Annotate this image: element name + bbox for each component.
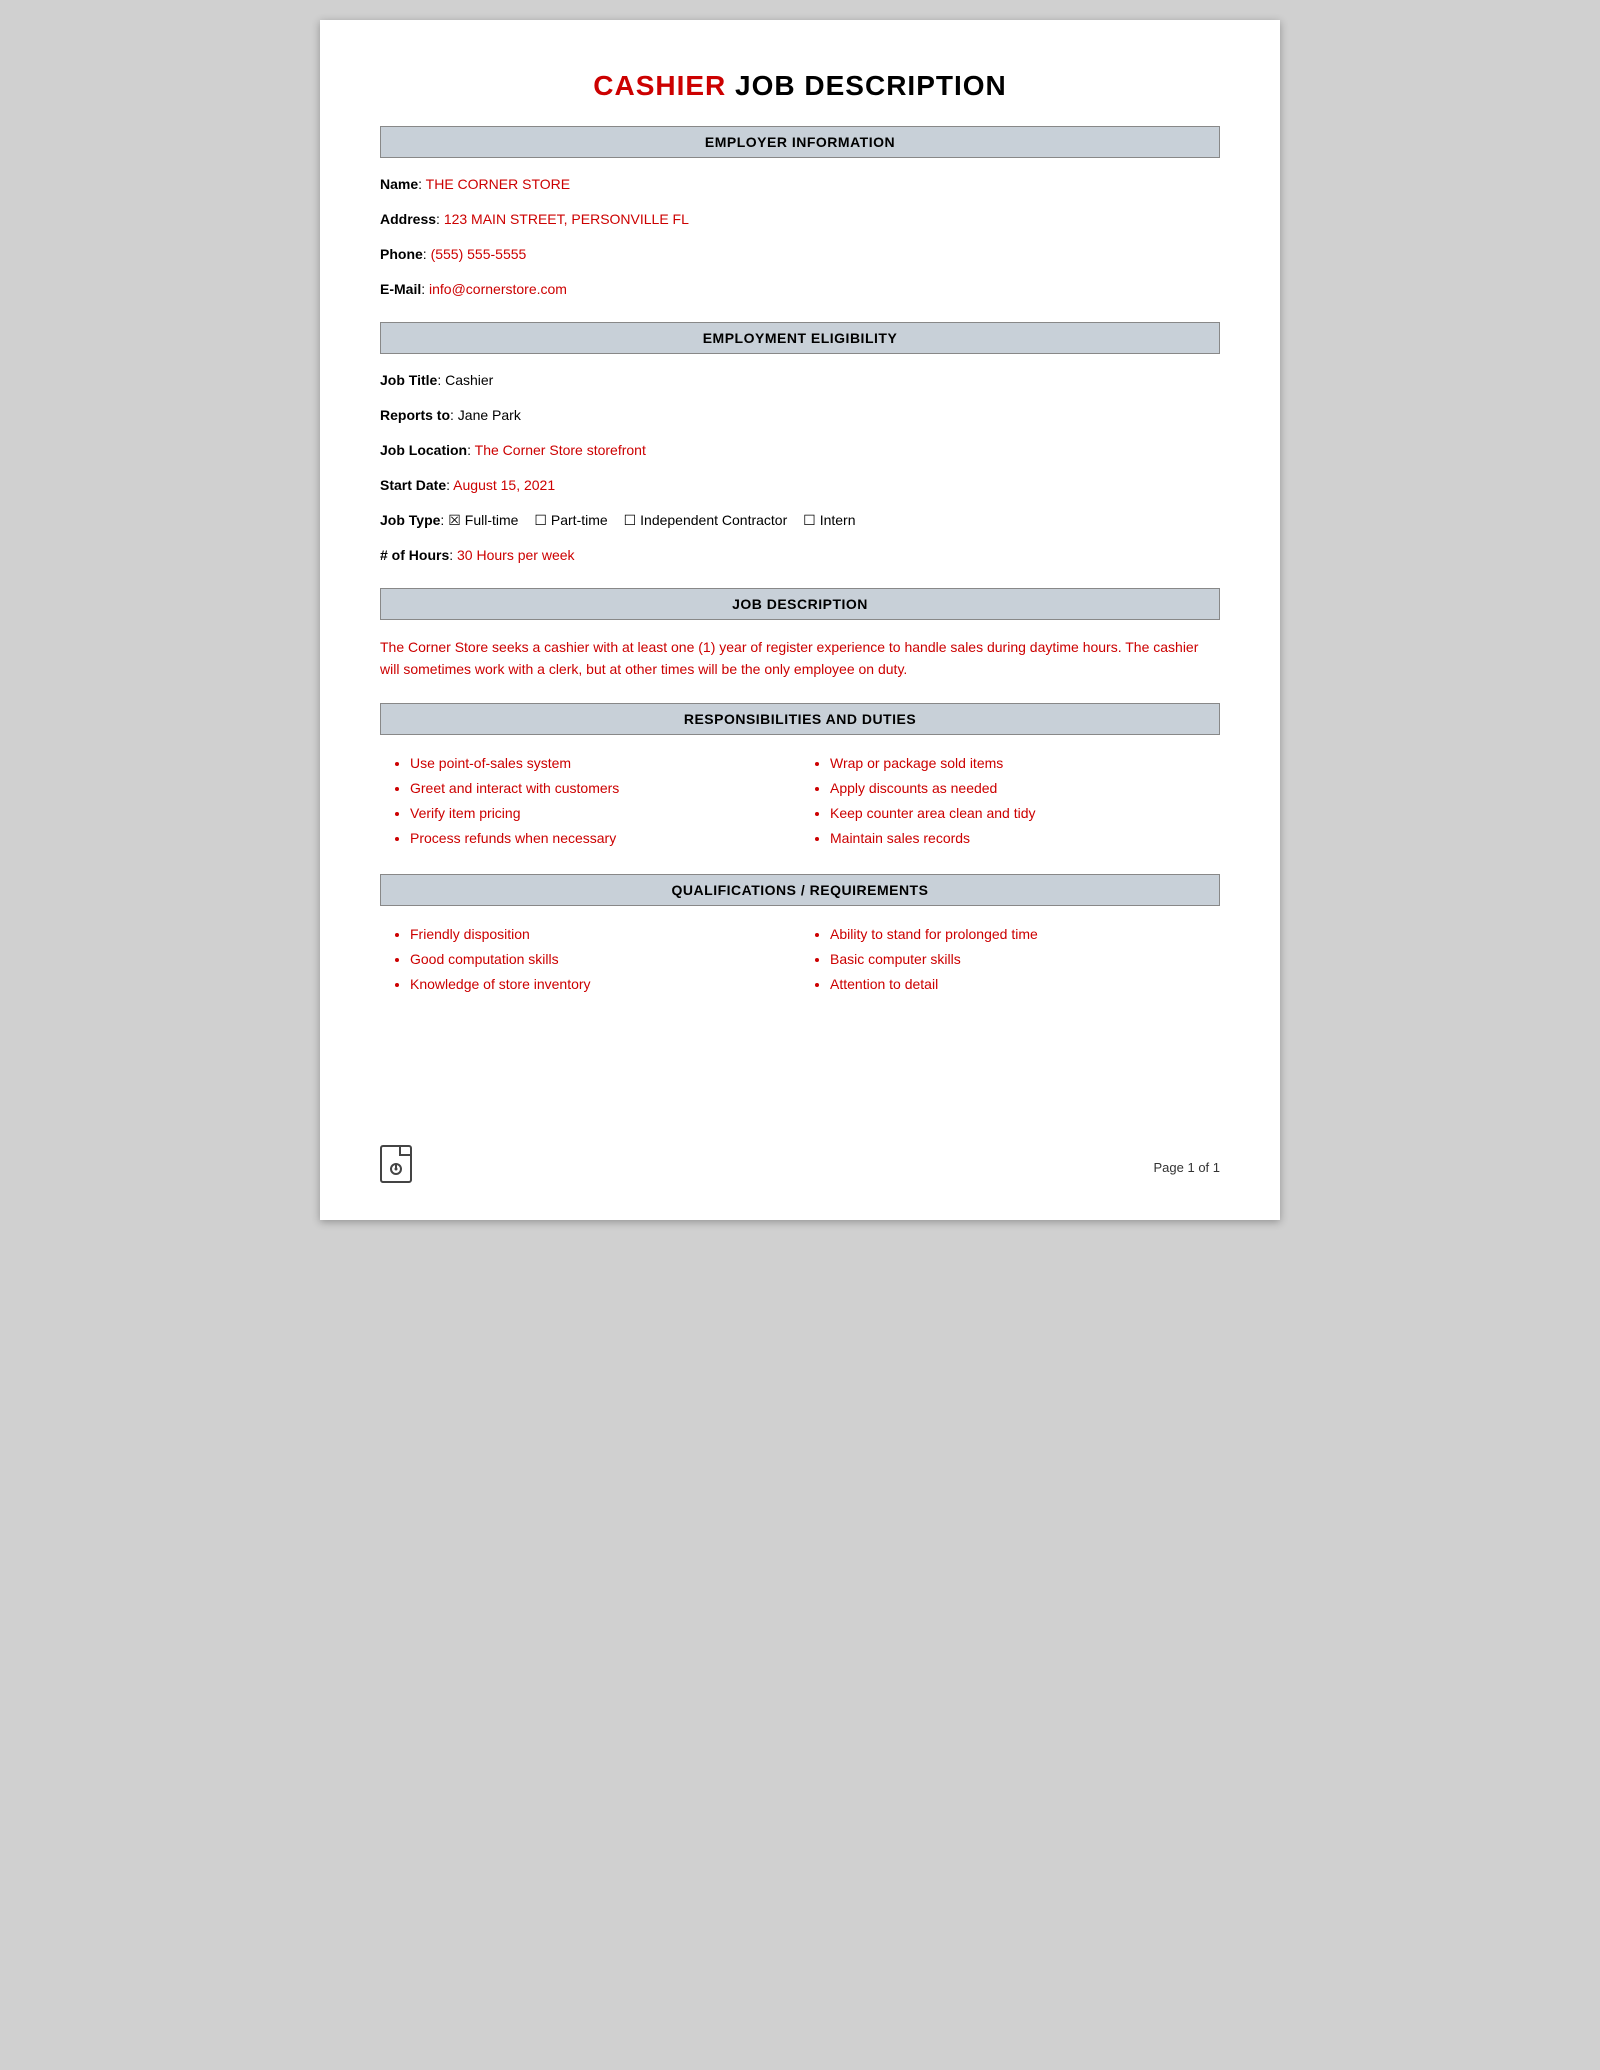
job-type-parttime: ☐ Part-time — [534, 510, 607, 531]
job-description-text: The Corner Store seeks a cashier with at… — [380, 636, 1220, 681]
employer-name-value: THE CORNER STORE — [426, 176, 570, 192]
employer-address-value: 123 MAIN STREET, PERSONVILLE FL — [444, 211, 689, 227]
job-title-row: Job Title: Cashier — [380, 370, 1220, 391]
employer-phone-row: Phone: (555) 555-5555 — [380, 244, 1220, 265]
responsibilities-section: RESPONSIBILITIES AND DUTIES Use point-of… — [380, 703, 1220, 852]
start-date-label: Start Date — [380, 477, 446, 493]
qualifications-col1: Friendly disposition Good computation sk… — [380, 922, 800, 998]
list-item: Knowledge of store inventory — [410, 972, 800, 997]
list-item: Keep counter area clean and tidy — [830, 801, 1220, 826]
job-location-value: The Corner Store storefront — [475, 442, 646, 458]
job-location-row: Job Location: The Corner Store storefron… — [380, 440, 1220, 461]
list-item: Wrap or package sold items — [830, 751, 1220, 776]
employer-phone-value: (555) 555-5555 — [431, 246, 527, 262]
employer-address-label: Address — [380, 211, 436, 227]
responsibilities-col2: Wrap or package sold items Apply discoun… — [800, 751, 1220, 852]
eligibility-section: EMPLOYMENT ELIGIBILITY Job Title: Cashie… — [380, 322, 1220, 566]
qualifications-list: Friendly disposition Good computation sk… — [380, 922, 1220, 998]
title-red: CASHIER — [593, 70, 726, 101]
start-date-row: Start Date: August 15, 2021 — [380, 475, 1220, 496]
job-location-label: Job Location — [380, 442, 467, 458]
list-item: Process refunds when necessary — [410, 826, 800, 851]
qualifications-section: QUALIFICATIONS / REQUIREMENTS Friendly d… — [380, 874, 1220, 998]
employer-email-value: info@cornerstore.com — [429, 281, 567, 297]
job-description-section: JOB DESCRIPTION The Corner Store seeks a… — [380, 588, 1220, 681]
employer-info: Name: THE CORNER STORE Address: 123 MAIN… — [380, 174, 1220, 300]
responsibilities-list: Use point-of-sales system Greet and inte… — [380, 751, 1220, 852]
list-item: Greet and interact with customers — [410, 776, 800, 801]
job-type-fulltime: ☒ Full-time — [448, 510, 518, 531]
page-title: CASHIER JOB DESCRIPTION — [380, 70, 1220, 102]
employer-section: EMPLOYER INFORMATION Name: THE CORNER ST… — [380, 126, 1220, 300]
document-page: CASHIER JOB DESCRIPTION EMPLOYER INFORMA… — [320, 20, 1280, 1220]
hours-row: # of Hours: 30 Hours per week — [380, 545, 1220, 566]
employer-phone-label: Phone — [380, 246, 423, 262]
reports-to-value: Jane Park — [458, 407, 521, 423]
list-item: Apply discounts as needed — [830, 776, 1220, 801]
employer-email-label: E-Mail — [380, 281, 421, 297]
document-icon — [380, 1145, 412, 1190]
job-title-value: Cashier — [445, 372, 493, 388]
qualifications-header: QUALIFICATIONS / REQUIREMENTS — [380, 874, 1220, 906]
list-item: Basic computer skills — [830, 947, 1220, 972]
eligibility-info: Job Title: Cashier Reports to: Jane Park… — [380, 370, 1220, 566]
employer-name-label: Name — [380, 176, 418, 192]
employer-address-row: Address: 123 MAIN STREET, PERSONVILLE FL — [380, 209, 1220, 230]
list-item: Good computation skills — [410, 947, 800, 972]
employer-header: EMPLOYER INFORMATION — [380, 126, 1220, 158]
responsibilities-header: RESPONSIBILITIES AND DUTIES — [380, 703, 1220, 735]
responsibilities-col1: Use point-of-sales system Greet and inte… — [380, 751, 800, 852]
job-type-intern: ☐ Intern — [803, 510, 855, 531]
list-item: Friendly disposition — [410, 922, 800, 947]
list-item: Attention to detail — [830, 972, 1220, 997]
list-item: Use point-of-sales system — [410, 751, 800, 776]
qualifications-col2: Ability to stand for prolonged time Basi… — [800, 922, 1220, 998]
eligibility-header: EMPLOYMENT ELIGIBILITY — [380, 322, 1220, 354]
employer-name-row: Name: THE CORNER STORE — [380, 174, 1220, 195]
start-date-value: August 15, 2021 — [453, 477, 555, 493]
job-type-row: Job Type: ☒ Full-time ☐ Part-time ☐ Inde… — [380, 510, 1220, 531]
list-item: Ability to stand for prolonged time — [830, 922, 1220, 947]
title-black: JOB DESCRIPTION — [726, 70, 1006, 101]
reports-to-row: Reports to: Jane Park — [380, 405, 1220, 426]
employer-email-row: E-Mail: info@cornerstore.com — [380, 279, 1220, 300]
hours-value: 30 Hours per week — [457, 547, 575, 563]
list-item: Maintain sales records — [830, 826, 1220, 851]
job-title-label: Job Title — [380, 372, 437, 388]
page-number: Page 1 of 1 — [1154, 1160, 1221, 1175]
list-item: Verify item pricing — [410, 801, 800, 826]
hours-number: 30 Hours per week — [457, 547, 575, 563]
job-type-contractor: ☐ Independent Contractor — [624, 510, 788, 531]
reports-to-label: Reports to — [380, 407, 450, 423]
footer: Page 1 of 1 — [320, 1145, 1280, 1190]
hours-label: # of Hours — [380, 547, 449, 563]
job-type-label: Job Type — [380, 512, 440, 528]
job-description-header: JOB DESCRIPTION — [380, 588, 1220, 620]
